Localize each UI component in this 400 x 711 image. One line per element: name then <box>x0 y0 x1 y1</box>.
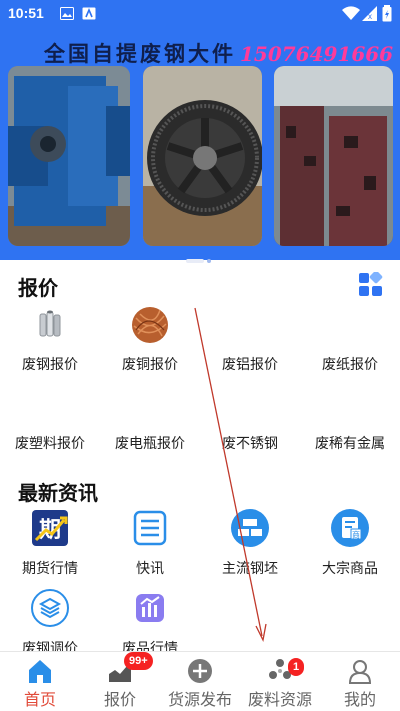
app-notification-icon <box>82 7 96 20</box>
steel-pipes-icon <box>39 310 61 337</box>
nav-profile-label: 我的 <box>343 690 376 709</box>
quote-item-label: 废纸报价 <box>322 357 378 373</box>
svg-text:期: 期 <box>39 518 61 543</box>
banner-photo-steel-parts <box>274 66 393 246</box>
nav-profile[interactable]: 我的 <box>320 652 400 711</box>
quote-item-stainless[interactable]: 废不锈钢 <box>200 433 300 453</box>
plus-circle-icon <box>188 659 212 683</box>
quote-item-plastic[interactable]: 废塑料报价 <box>0 433 100 453</box>
quote-item-label: 废不锈钢 <box>222 436 278 452</box>
promo-banner[interactable]: 全国自提废钢大件 15076491666 <box>0 28 400 263</box>
quote-item-steel[interactable]: 废钢报价 <box>0 306 100 374</box>
news-item-commodity[interactable]: 商 大宗商品 <box>300 508 400 578</box>
gallery-notification-icon <box>60 7 74 20</box>
quote-item-label: 废钢报价 <box>22 357 78 373</box>
nav-publish-label: 货源发布 <box>167 690 232 709</box>
news-item-billet[interactable]: 主流钢坯 <box>200 508 300 578</box>
nav-home[interactable]: 首页 <box>0 652 80 711</box>
nav-home-label: 首页 <box>23 690 56 709</box>
quote-item-paper[interactable]: 废纸报价 <box>300 354 400 374</box>
nav-quotes-label: 报价 <box>103 690 136 709</box>
quote-item-aluminum[interactable]: 废铝报价 <box>200 354 300 374</box>
nav-quotes-badge: 99+ <box>124 652 153 670</box>
news-item-price-adjust[interactable]: 废钢调价 <box>0 588 100 658</box>
quote-item-rare-metal[interactable]: 废稀有金属 <box>300 433 400 453</box>
nav-quotes[interactable]: 99+ 报价 <box>80 652 160 711</box>
status-bar: 10:51 x <box>0 0 400 28</box>
nav-resources-label: 废料资源 <box>247 690 312 709</box>
price-adjust-icon <box>31 589 69 627</box>
status-time: 10:51 <box>8 5 44 21</box>
nav-publish[interactable]: 货源发布 <box>160 652 240 711</box>
banner-photo-gear-wheel <box>143 66 262 246</box>
grid-apps-icon[interactable] <box>358 272 384 298</box>
quote-item-label: 废铝报价 <box>222 357 278 373</box>
news-item-label: 期货行情 <box>22 561 78 577</box>
battery-icon <box>382 5 392 22</box>
bottom-navigation: 首页 99+ 报价 货源发布 1 废料资源 我的 <box>0 651 400 711</box>
signal-icon: x <box>362 6 377 21</box>
news-item-futures[interactable]: 期 期货行情 <box>0 508 100 578</box>
profile-icon <box>348 660 372 684</box>
quote-item-label: 废铜报价 <box>122 357 178 373</box>
banner-photo-gearbox <box>8 66 130 246</box>
nav-resources[interactable]: 1 废料资源 <box>240 652 320 711</box>
banner-title: 全国自提废钢大件 15076491666 <box>44 38 393 68</box>
pagination-dot-active <box>186 258 204 263</box>
home-icon <box>29 660 51 683</box>
scrap-market-icon <box>136 594 164 622</box>
banner-phone: 15076491666 <box>240 42 394 66</box>
commodity-icon: 商 <box>331 509 369 547</box>
quote-item-label: 废稀有金属 <box>315 436 385 452</box>
copper-wire-icon <box>132 307 168 343</box>
quotes-section-title: 报价 <box>18 276 58 300</box>
news-item-flash[interactable]: 快讯 <box>100 508 200 578</box>
svg-text:x: x <box>368 12 372 21</box>
news-item-label: 快讯 <box>136 561 164 577</box>
pagination-dot <box>207 258 211 263</box>
wifi-icon <box>342 6 360 20</box>
svg-text:商: 商 <box>352 530 360 540</box>
banner-title-text: 全国自提废钢大件 <box>44 41 236 66</box>
quote-item-label: 废塑料报价 <box>15 436 85 452</box>
news-item-label: 主流钢坯 <box>222 561 278 577</box>
flash-news-icon <box>133 510 167 546</box>
news-item-scrap-market[interactable]: 废品行情 <box>100 588 200 658</box>
futures-icon: 期 <box>32 510 68 546</box>
quote-item-battery[interactable]: 废电瓶报价 <box>100 433 200 453</box>
quote-item-label: 废电瓶报价 <box>115 436 185 452</box>
nav-resources-badge: 1 <box>288 658 305 676</box>
news-item-label: 大宗商品 <box>322 561 378 577</box>
quote-item-copper[interactable]: 废铜报价 <box>100 306 200 374</box>
news-section-title: 最新资讯 <box>18 481 98 505</box>
steel-billet-icon <box>231 509 269 547</box>
banner-pagination <box>186 250 214 269</box>
